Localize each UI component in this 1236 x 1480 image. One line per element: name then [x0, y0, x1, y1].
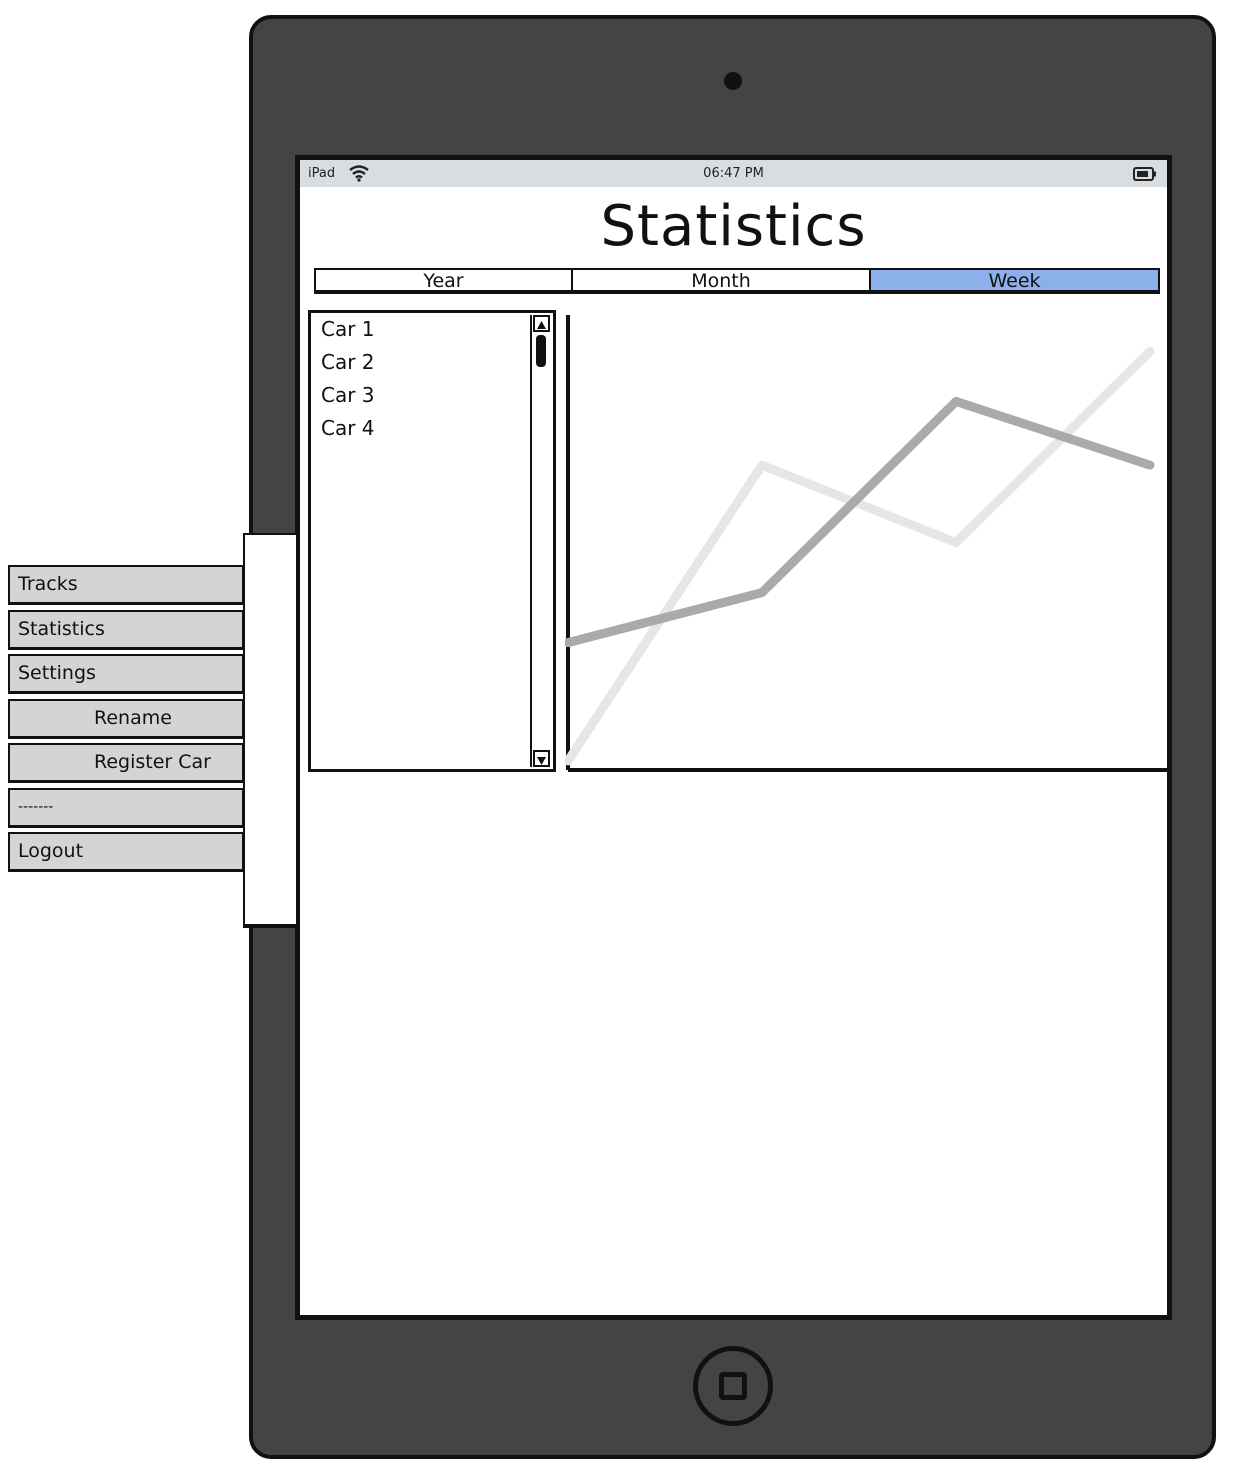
- page-title: Statistics: [600, 194, 867, 259]
- car-list: Car 1 Car 2 Car 3 Car 4: [308, 310, 556, 772]
- tab-year[interactable]: Year: [316, 270, 573, 292]
- menu-item-tracks[interactable]: Tracks: [8, 565, 245, 605]
- car-list-item[interactable]: Car 1: [321, 317, 375, 341]
- side-menu-drawer-tab[interactable]: [243, 533, 298, 928]
- home-button[interactable]: [693, 1346, 773, 1426]
- menu-item-statistics[interactable]: Statistics: [8, 610, 245, 650]
- menu-item-rename-device[interactable]: Rename Device: [8, 699, 245, 764]
- line-chart: [565, 315, 1167, 772]
- menu-item-settings[interactable]: Settings: [8, 654, 245, 694]
- home-square-icon: [719, 1372, 747, 1400]
- car-list-item[interactable]: Car 2: [321, 350, 375, 374]
- list-scrollbar[interactable]: [530, 315, 551, 767]
- status-time: 06:47 PM: [703, 166, 764, 181]
- menu-item-logout[interactable]: Logout: [8, 832, 245, 872]
- chart-series-line-2: [565, 346, 1155, 766]
- scroll-thumb[interactable]: [536, 335, 546, 367]
- screen: iPad 06:47 PM Statistics Year Month Week…: [295, 155, 1172, 1320]
- tab-month[interactable]: Month: [573, 270, 871, 292]
- camera-icon: [724, 72, 742, 90]
- tab-week[interactable]: Week: [871, 270, 1158, 292]
- car-list-item[interactable]: Car 4: [321, 416, 375, 440]
- menu-item-register-car[interactable]: Register Car: [8, 743, 245, 783]
- menu-separator: -------: [8, 788, 245, 828]
- status-bar: iPad 06:47 PM: [300, 160, 1167, 187]
- car-list-item[interactable]: Car 3: [321, 383, 375, 407]
- scroll-up-button[interactable]: [533, 315, 550, 332]
- arrow-down-icon: [537, 757, 546, 765]
- period-segmented-control: Year Month Week: [314, 268, 1160, 294]
- battery-icon: [1133, 167, 1156, 181]
- arrow-up-icon: [537, 321, 546, 329]
- chart-series-line-1: [565, 396, 1155, 648]
- scroll-down-button[interactable]: [533, 750, 550, 767]
